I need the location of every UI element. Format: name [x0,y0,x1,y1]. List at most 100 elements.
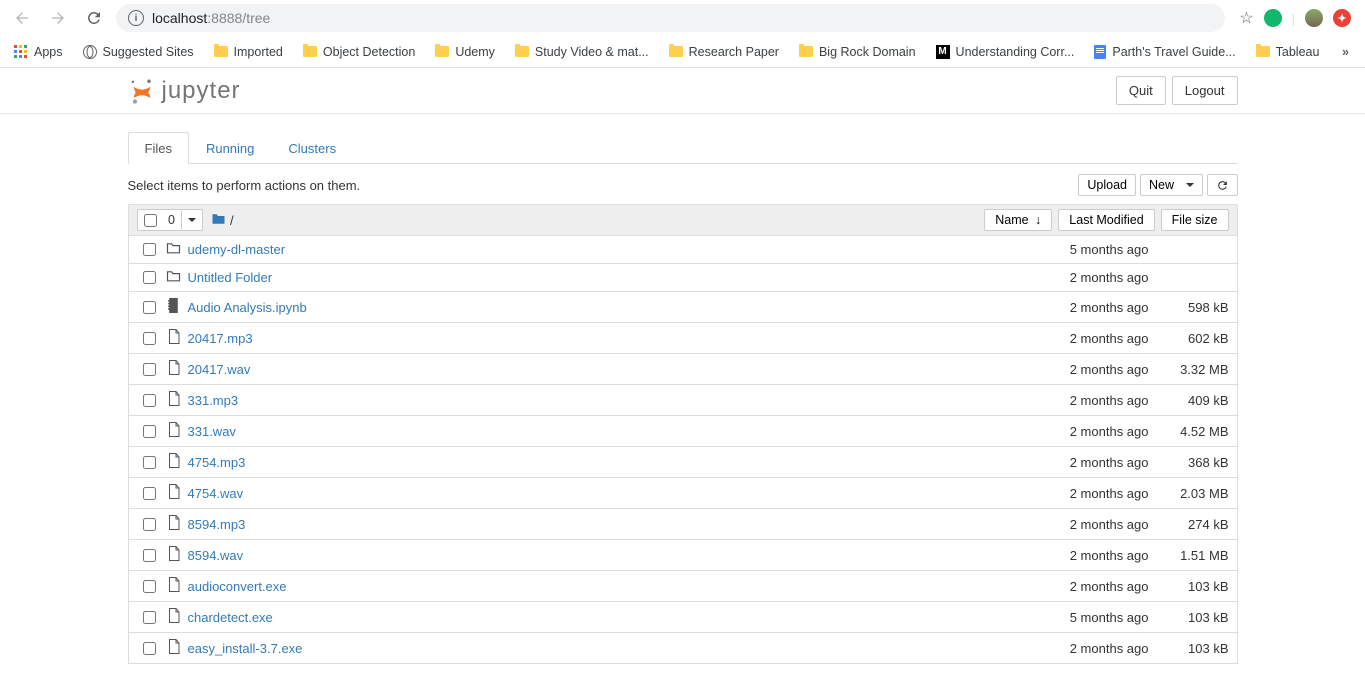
page-scroll-area[interactable]: jupyter Quit Logout FilesRunningClusters… [0,68,1365,698]
quit-button[interactable]: Quit [1116,76,1166,105]
row-checkbox[interactable] [143,271,156,284]
file-icon [166,453,182,471]
page-header: jupyter Quit Logout [0,68,1365,114]
file-size: 1.51 MB [1149,548,1229,563]
jupyter-logo-icon [128,77,156,105]
upload-button[interactable]: Upload [1078,174,1136,196]
sort-size-button[interactable]: File size [1161,209,1229,231]
file-name-link[interactable]: 8594.mp3 [188,517,246,532]
forward-button[interactable] [44,4,72,32]
file-name-link[interactable]: 20417.mp3 [188,331,253,346]
bookmarks-overflow-icon[interactable]: » [1332,41,1359,63]
bookmark-item[interactable]: Udemy [427,41,503,63]
logout-button[interactable]: Logout [1172,76,1238,105]
file-size: 3.32 MB [1149,362,1229,377]
row-checkbox[interactable] [143,642,156,655]
new-button[interactable]: New [1140,174,1203,196]
file-name-link[interactable]: 331.mp3 [188,393,239,408]
back-button[interactable] [8,4,36,32]
caret-down-icon [1186,183,1194,187]
bookmark-item[interactable]: Research Paper [661,41,787,63]
file-modified: 2 months ago [1009,331,1149,346]
tab-clusters[interactable]: Clusters [271,132,353,164]
bookmark-item[interactable]: Imported [206,41,291,63]
doc-icon [1094,45,1106,59]
file-row: 331.mp32 months ago409 kB [128,385,1238,416]
bookmark-item[interactable]: Big Rock Domain [791,41,924,63]
row-checkbox[interactable] [143,580,156,593]
row-checkbox[interactable] [143,243,156,256]
bookmark-label: Tableau [1276,45,1320,59]
sort-modified-button[interactable]: Last Modified [1058,209,1154,231]
file-name-link[interactable]: 331.wav [188,424,236,439]
file-modified: 5 months ago [1009,610,1149,625]
row-checkbox[interactable] [143,549,156,562]
file-size: 602 kB [1149,331,1229,346]
bookmark-label: Imported [234,45,283,59]
reload-button[interactable] [80,4,108,32]
file-size: 598 kB [1149,300,1229,315]
bookmark-label: Research Paper [689,45,779,59]
bookmark-item[interactable]: MUnderstanding Corr... [928,41,1083,63]
profile-avatar[interactable] [1305,9,1323,27]
folder-icon [435,46,449,57]
folder-icon [799,46,813,57]
file-modified: 2 months ago [1009,362,1149,377]
file-size: 103 kB [1149,641,1229,656]
file-name-link[interactable]: 4754.wav [188,486,244,501]
file-name-link[interactable]: Audio Analysis.ipynb [188,300,307,315]
file-name-link[interactable]: easy_install-3.7.exe [188,641,303,656]
tab-files[interactable]: Files [128,132,189,164]
bookmark-item[interactable]: Parth's Travel Guide... [1086,41,1243,63]
bookmark-label: Suggested Sites [103,45,194,59]
file-row: 4754.mp32 months ago368 kB [128,447,1238,478]
file-icon [166,360,182,378]
row-checkbox[interactable] [143,425,156,438]
file-list-header: 0 / Name ↓ Last Modified File size [128,204,1238,236]
sort-name-button[interactable]: Name ↓ [984,209,1052,231]
site-info-icon[interactable]: i [128,10,144,26]
jupyter-logo[interactable]: jupyter [128,77,241,105]
row-checkbox[interactable] [143,611,156,624]
bookmark-star-icon[interactable]: ☆ [1239,8,1253,28]
file-icon [166,484,182,502]
row-checkbox[interactable] [143,394,156,407]
extension-icon[interactable]: ✦ [1333,9,1351,27]
breadcrumb-folder-icon[interactable] [211,212,226,228]
bookmark-item[interactable]: Study Video & mat... [507,41,657,63]
bookmark-label: Apps [34,45,63,59]
select-all-checkbox[interactable]: 0 [138,210,182,230]
row-checkbox[interactable] [143,518,156,531]
file-row: Audio Analysis.ipynb2 months ago598 kB [128,292,1238,323]
extension-grammarly-icon[interactable] [1264,9,1282,27]
row-checkbox[interactable] [143,487,156,500]
file-row: 20417.wav 2 months ago3.32 MB [128,354,1238,385]
file-icon [166,546,182,564]
file-size: 274 kB [1149,517,1229,532]
row-checkbox[interactable] [143,363,156,376]
file-name-link[interactable]: 20417.wav [188,362,251,377]
file-name-link[interactable]: 8594.wav [188,548,244,563]
file-name-link[interactable]: 4754.mp3 [188,455,246,470]
file-size: 4.52 MB [1149,424,1229,439]
bookmark-item[interactable]: Suggested Sites [75,41,202,63]
file-name-link[interactable]: udemy-dl-master [188,242,286,257]
folder-icon [214,46,228,57]
row-checkbox[interactable] [143,332,156,345]
file-name-link[interactable]: audioconvert.exe [188,579,287,594]
row-checkbox[interactable] [143,301,156,314]
file-name-link[interactable]: chardetect.exe [188,610,273,625]
bookmark-item[interactable]: Apps [6,41,71,63]
refresh-button[interactable] [1207,174,1238,196]
file-name-link[interactable]: Untitled Folder [188,270,273,285]
row-checkbox[interactable] [143,456,156,469]
bookmarks-bar: Apps Suggested Sites Imported Object Detect… [0,36,1365,68]
folder-icon [166,270,182,285]
bookmark-item[interactable]: Tableau [1248,41,1328,63]
caret-down-icon [188,218,196,222]
bookmark-item[interactable]: Object Detection [295,41,423,63]
breadcrumb-root[interactable]: / [230,213,234,228]
select-dropdown[interactable] [182,210,202,230]
url-bar[interactable]: i localhost:8888/tree [116,4,1225,32]
tab-running[interactable]: Running [189,132,271,164]
